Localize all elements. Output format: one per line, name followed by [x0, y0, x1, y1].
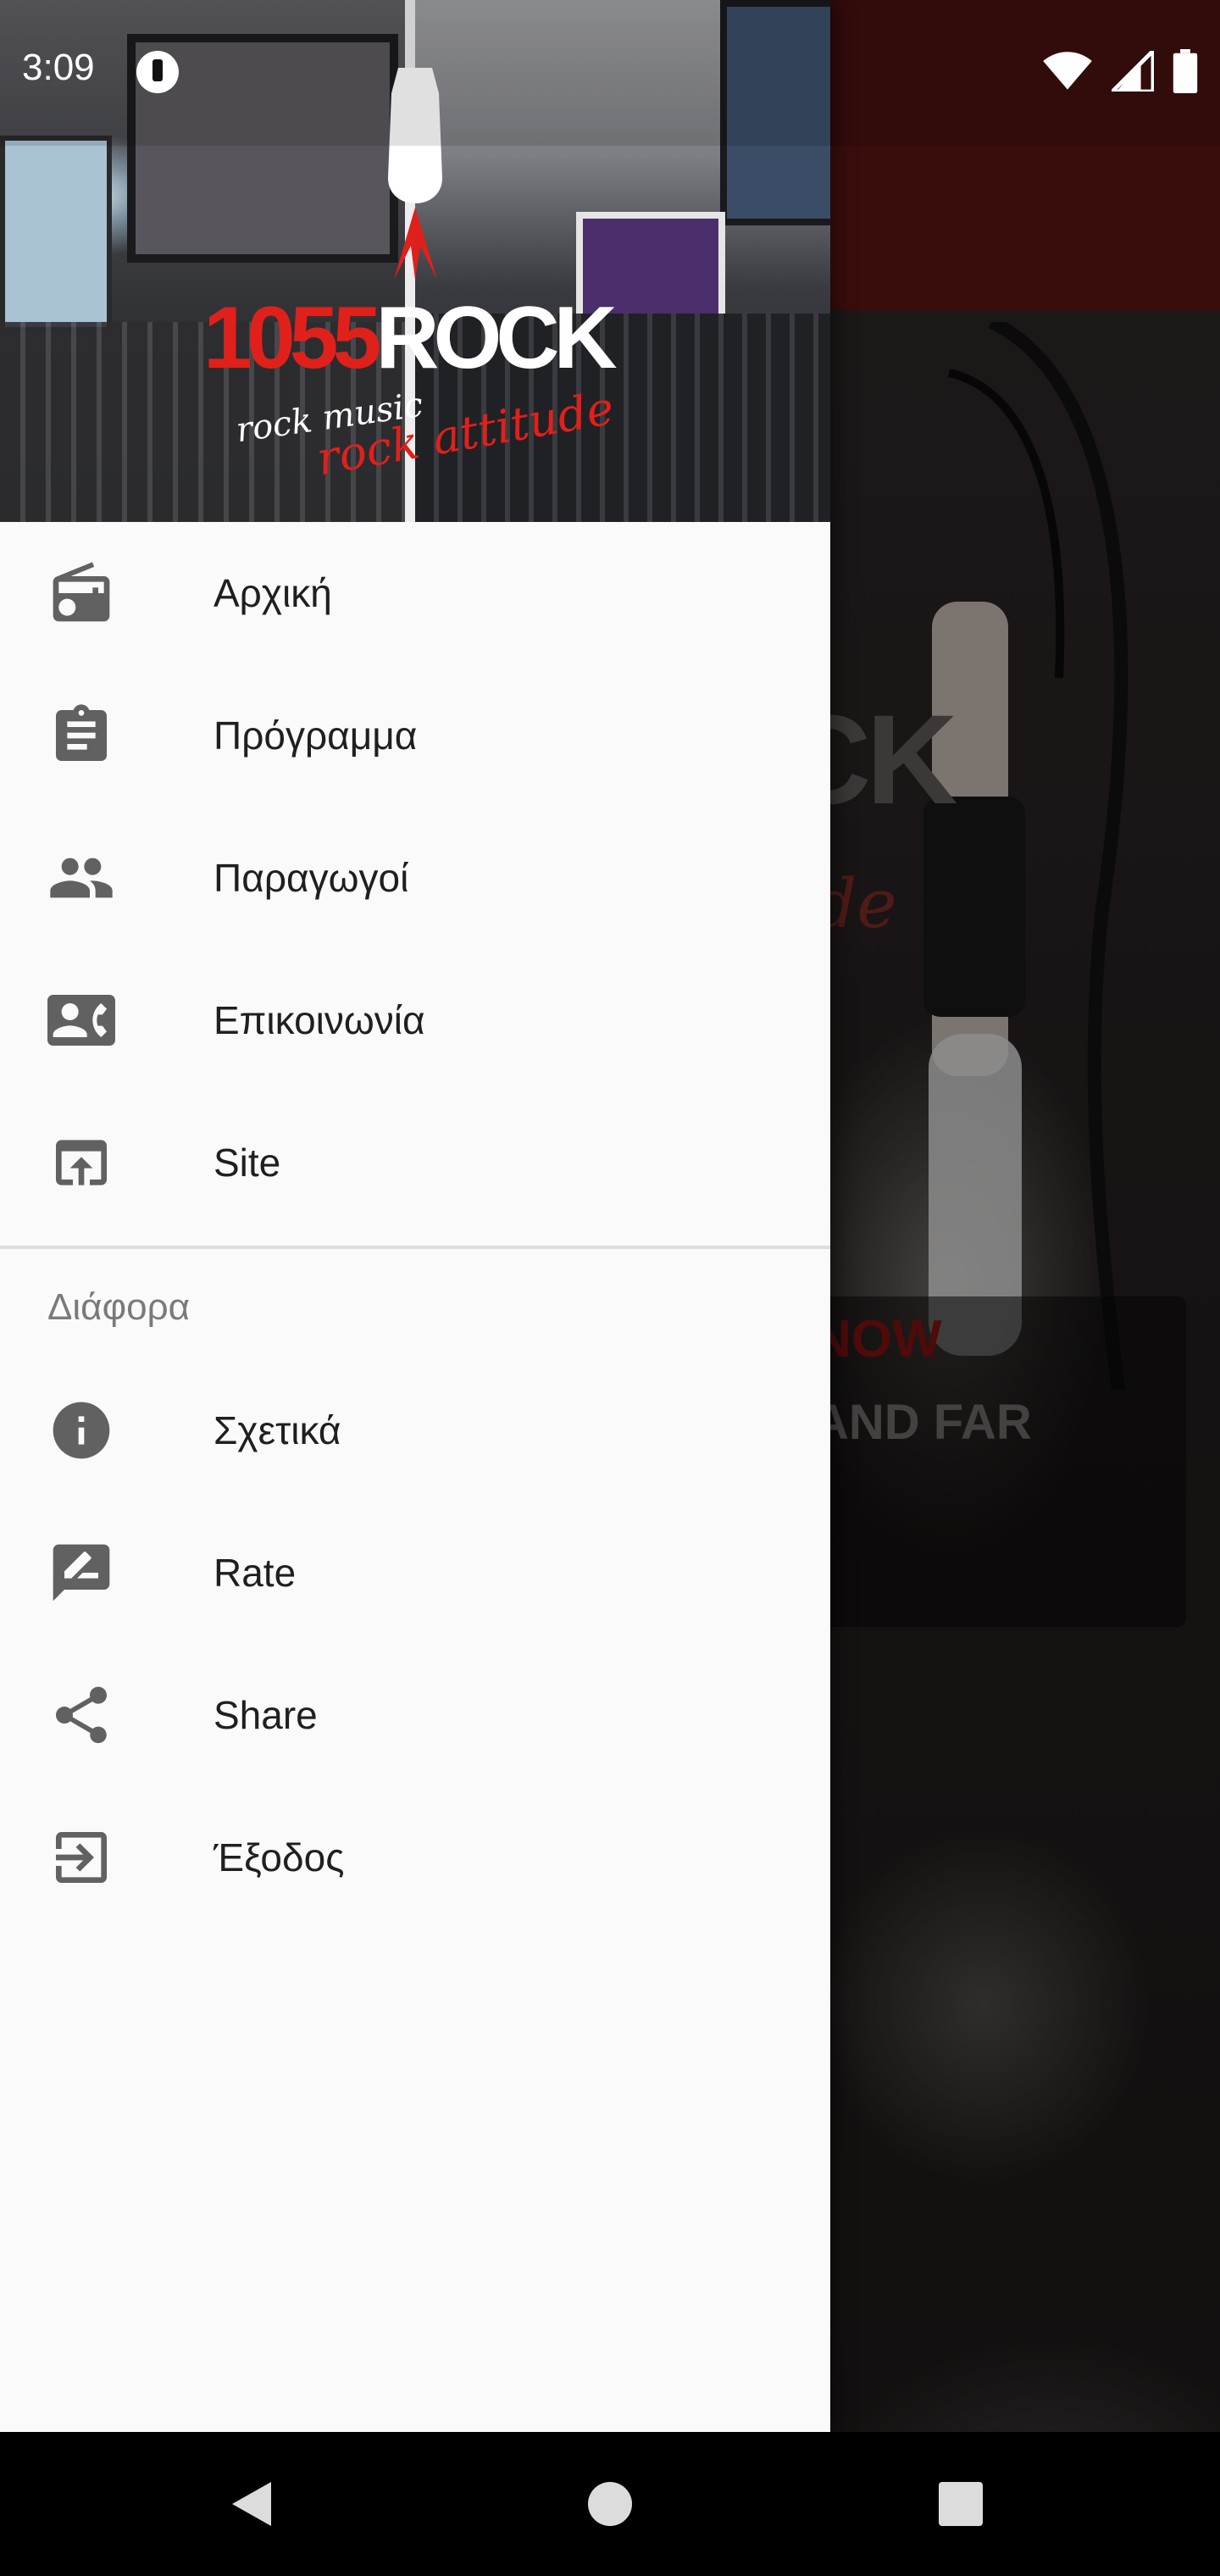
- cellular-signal-icon: [1112, 51, 1154, 92]
- menu-item-label: Επικοινωνία: [214, 998, 425, 1042]
- home-icon[interactable]: [588, 2482, 632, 2526]
- system-navigation-bar: [0, 2432, 1220, 2576]
- drawer-menu: Αρχική Πρόγραμμα Παραγωγοί Επικοινωνία S…: [0, 522, 830, 1929]
- menu-item-about[interactable]: Σχετικά: [0, 1359, 830, 1502]
- status-icons: [1042, 47, 1198, 95]
- open-in-browser-icon: [56, 1140, 107, 1185]
- back-icon[interactable]: [232, 2482, 271, 2526]
- info-icon: [53, 1402, 110, 1459]
- status-bar: 3:09: [0, 0, 1220, 146]
- menu-item-label: Site: [214, 1141, 281, 1185]
- clipboard-icon: [56, 704, 107, 761]
- menu-item-program[interactable]: Πρόγραμμα: [0, 664, 830, 807]
- menu-item-exit[interactable]: Έξοδος: [0, 1786, 830, 1929]
- contact-phone-icon: [47, 995, 115, 1046]
- menu-item-label: Παραγωγοί: [214, 856, 409, 900]
- menu-section-header: Διάφορα: [0, 1249, 830, 1359]
- status-time: 3:09: [22, 47, 95, 88]
- navigation-drawer: 1055ROCK rock music rock attitude Αρχική…: [0, 0, 830, 2432]
- menu-item-home[interactable]: Αρχική: [0, 522, 830, 664]
- menu-item-label: Share: [214, 1693, 318, 1737]
- menu-item-label: Σχετικά: [214, 1408, 341, 1452]
- menu-item-label: Rate: [214, 1551, 297, 1595]
- radio-icon: [53, 562, 110, 622]
- logo-name: ROCK: [375, 289, 617, 387]
- menu-item-site[interactable]: Site: [0, 1091, 830, 1234]
- app-notification-icon: [136, 51, 179, 93]
- menu-item-label: Αρχική: [214, 571, 332, 615]
- rate-review-icon: [53, 1544, 110, 1602]
- menu-item-share[interactable]: Share: [0, 1644, 830, 1786]
- section-title: Διάφορα: [47, 1286, 191, 1328]
- battery-icon: [1173, 49, 1198, 93]
- share-icon: [56, 1686, 107, 1744]
- menu-item-label: Πρόγραμμα: [214, 713, 418, 758]
- menu-item-contact[interactable]: Επικοινωνία: [0, 949, 830, 1091]
- station-logo: 1055ROCK: [203, 288, 618, 389]
- people-icon: [50, 858, 113, 898]
- exit-icon: [56, 1832, 107, 1883]
- recent-apps-icon[interactable]: [939, 2482, 983, 2526]
- logo-number: 1055: [203, 289, 381, 387]
- menu-item-producers[interactable]: Παραγωγοί: [0, 807, 830, 949]
- menu-item-label: Έξοδος: [214, 1835, 345, 1879]
- wifi-icon: [1043, 52, 1092, 90]
- studio-screen: [0, 136, 112, 332]
- menu-item-rate[interactable]: Rate: [0, 1502, 830, 1644]
